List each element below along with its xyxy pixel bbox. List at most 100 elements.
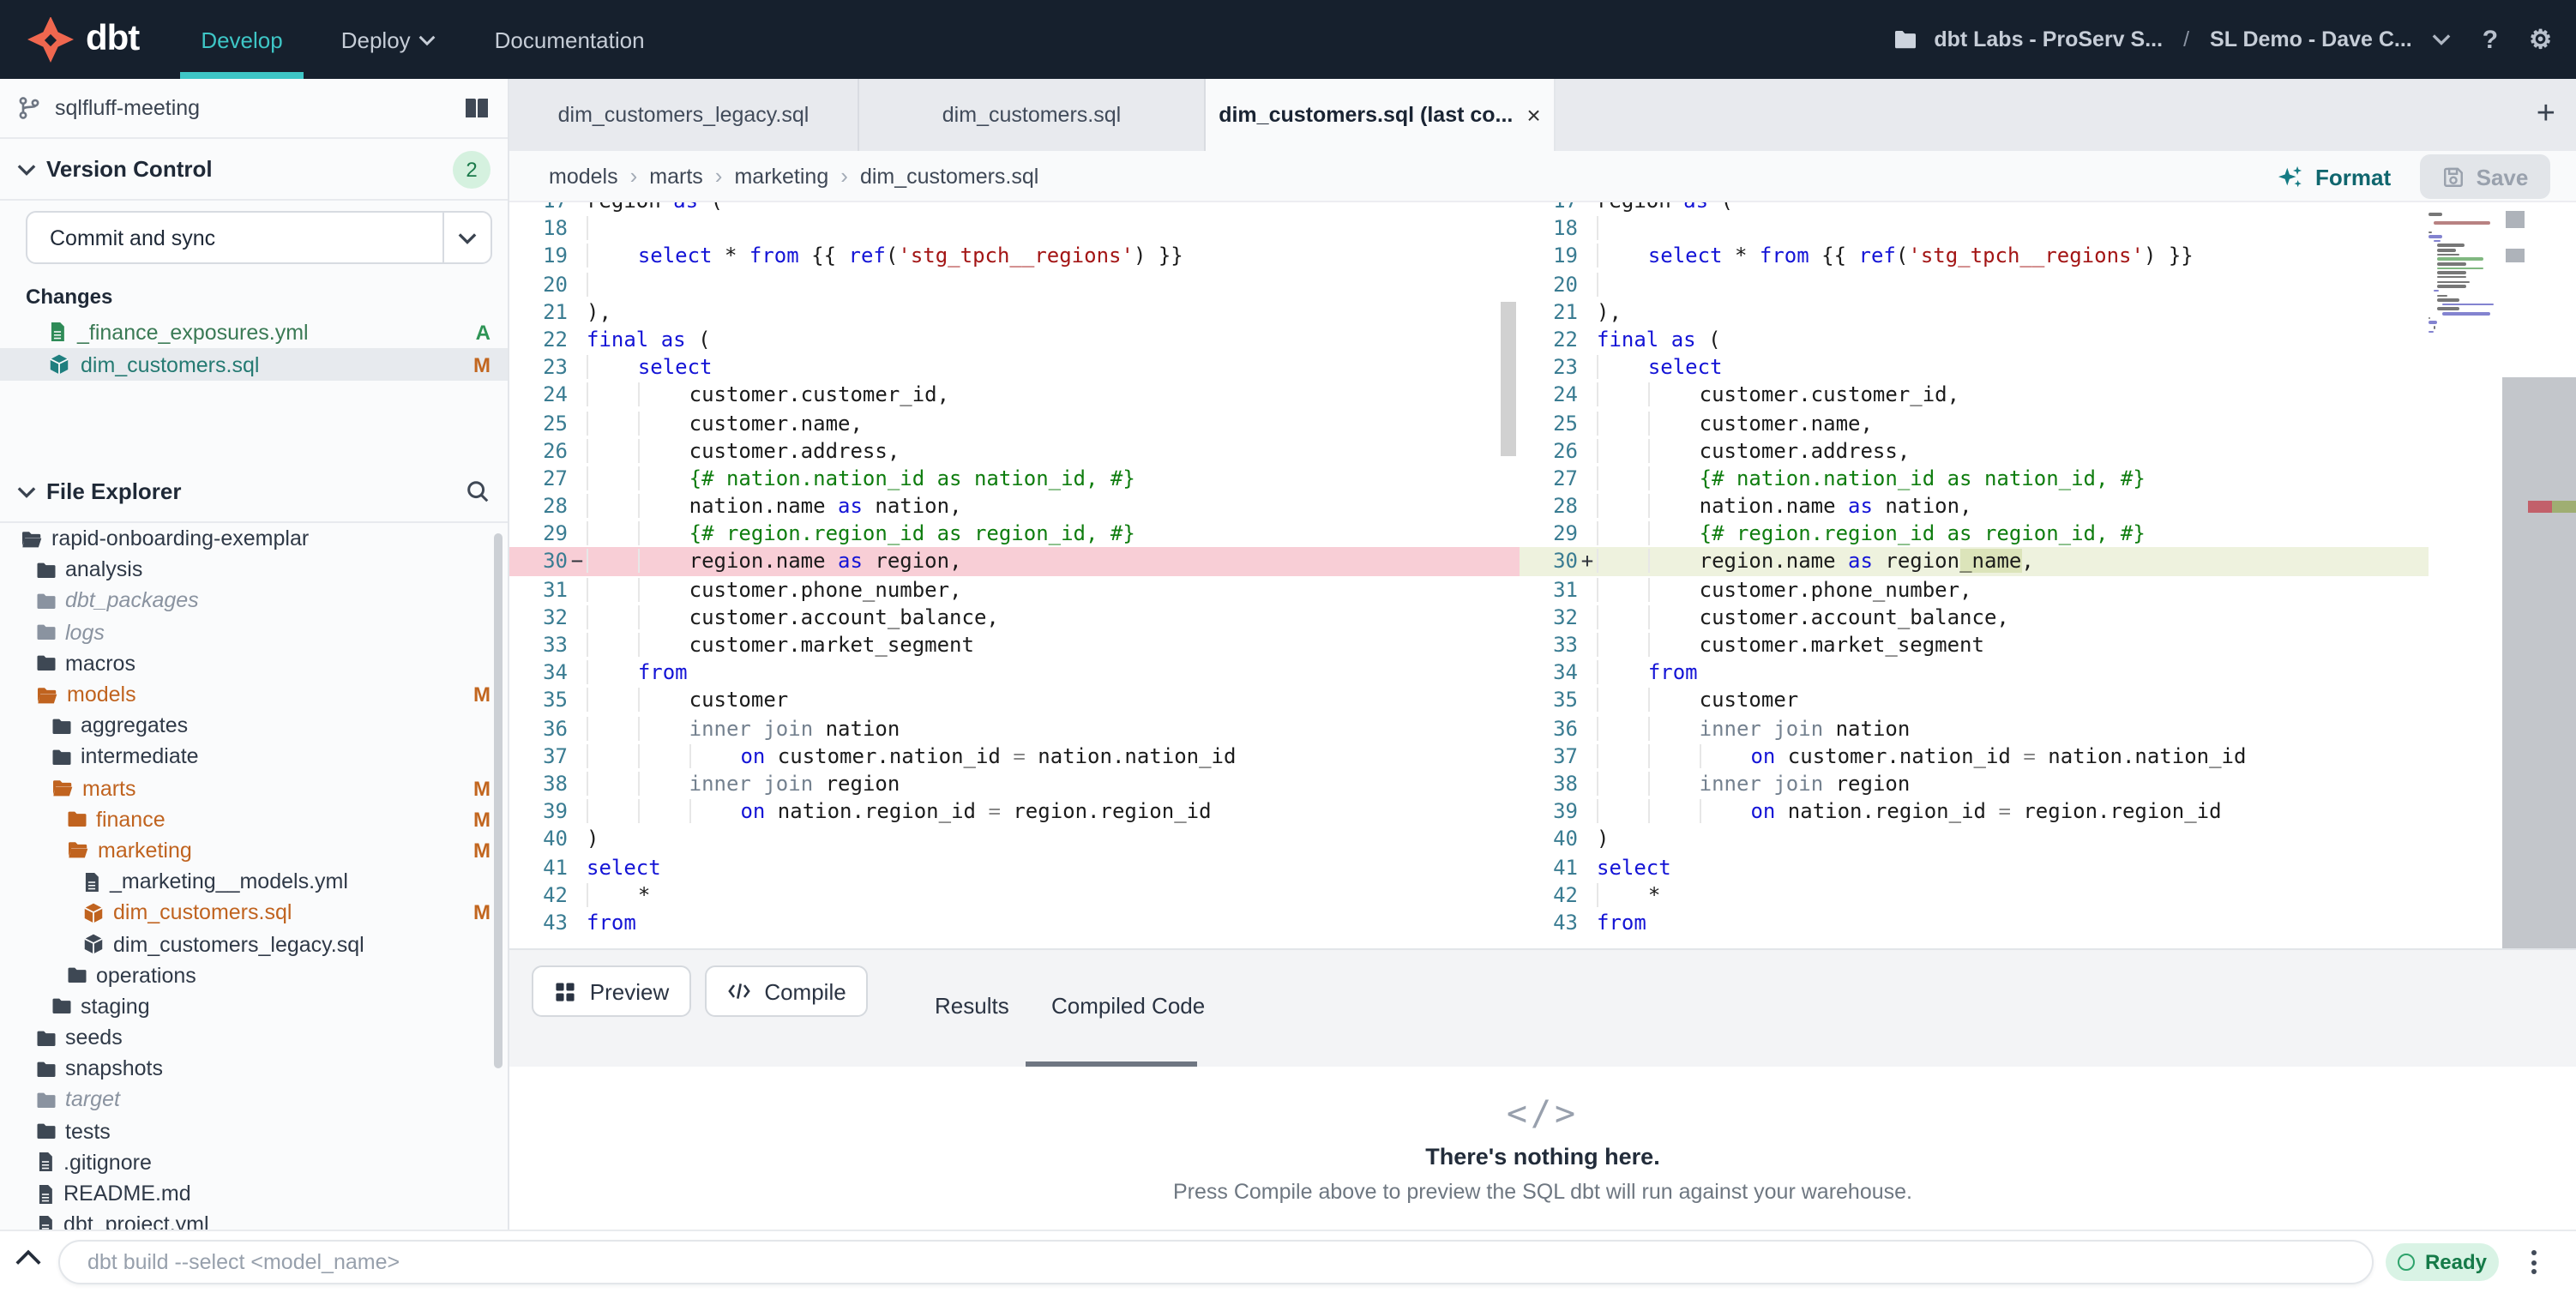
tree-item-label: README.md (63, 1182, 191, 1206)
tree-item-intermediate[interactable]: intermediate (0, 742, 508, 773)
account-name[interactable]: dbt Labs - ProServ S... (1934, 27, 2163, 51)
commit-options-chevron[interactable] (442, 213, 491, 262)
changes-count-badge: 2 (453, 150, 491, 188)
changed-file-name: dim_customers.sql (81, 352, 259, 376)
project-chevron-down-icon[interactable] (2433, 33, 2452, 46)
modified-code-line-36: 36 inner join nation (1520, 714, 2429, 742)
kebab-menu-icon[interactable] (2521, 1245, 2545, 1279)
project-name[interactable]: SL Demo - Dave C... (2210, 27, 2412, 51)
compile-button[interactable]: Compile (705, 965, 868, 1017)
editor-tab-dim_customers.sql[interactable]: dim_customers.sql (859, 79, 1206, 151)
tab-results[interactable]: Results (935, 950, 1009, 1061)
code-icon (726, 981, 750, 1001)
command-bar: dbt build --select <model_name> Ready (0, 1230, 2576, 1293)
breadcrumb-item: models (549, 164, 618, 188)
tree-item-rapid-onboarding-exemplar[interactable]: rapid-onboarding-exemplar (0, 523, 508, 554)
command-input[interactable]: dbt build --select <model_name> (58, 1240, 2374, 1284)
file-icon (36, 1152, 55, 1174)
docs-book-icon[interactable] (463, 96, 491, 120)
tree-item-marketing[interactable]: marketingM (0, 835, 508, 866)
tree-item-aggregates[interactable]: aggregates (0, 710, 508, 741)
tree-item-analysis[interactable]: analysis (0, 554, 508, 585)
tree-item-.gitignore[interactable]: .gitignore (0, 1147, 508, 1178)
dbt-logo-word: dbt (86, 19, 139, 60)
bottom-panel-header: Preview Compile Results Compiled Code (509, 948, 2576, 1067)
original-code-line-34: 34 from (509, 659, 1520, 686)
settings-gear-icon[interactable]: ⚙ (2529, 24, 2552, 55)
breadcrumb-item: dim_customers.sql (860, 164, 1038, 188)
preview-button[interactable]: Preview (532, 965, 691, 1017)
tree-item-label: finance (96, 808, 166, 832)
file-explorer-header[interactable]: File Explorer (0, 461, 508, 523)
nav-link-documentation[interactable]: Documentation (495, 0, 645, 79)
tree-item-label: marketing (98, 839, 192, 863)
editor-tab-dim_customers_legacy.sql[interactable]: dim_customers_legacy.sql (509, 79, 859, 151)
search-icon[interactable] (465, 478, 491, 504)
original-pane-scrollbar[interactable] (1501, 302, 1516, 456)
folder-icon (67, 965, 87, 984)
help-icon[interactable]: ? (2483, 25, 2498, 54)
modified-code-line-21: 21), (1520, 298, 2429, 326)
tree-item-macros[interactable]: macros (0, 648, 508, 679)
tree-item-target[interactable]: target (0, 1085, 508, 1116)
tree-item-label: dbt_project.yml (63, 1212, 209, 1230)
tree-item-_marketing__models.yml[interactable]: _marketing__models.yml (0, 866, 508, 897)
minimap[interactable] (2429, 209, 2502, 335)
modified-code-line-27: 27 {# nation.nation_id as nation_id, #} (1520, 465, 2429, 492)
version-control-header[interactable]: Version Control 2 (0, 139, 508, 201)
original-code-line-32: 32 customer.account_balance, (509, 604, 1520, 631)
format-button[interactable]: Format (2278, 151, 2391, 202)
nav-account-area: dbt Labs - ProServ S... / SL Demo - Dave… (1893, 24, 2552, 55)
original-code-line-22: 22final as ( (509, 326, 1520, 353)
commit-and-sync-button[interactable]: Commit and sync (26, 211, 492, 264)
tree-item-seeds[interactable]: seeds (0, 1022, 508, 1053)
original-code-line-38: 38 inner join region (509, 770, 1520, 797)
nav-link-develop[interactable]: Develop (201, 0, 282, 79)
diff-pane-original[interactable]: 17region as (18 19 select * from {{ ref(… (509, 202, 1520, 936)
nav-link-deploy[interactable]: Deploy (341, 0, 436, 79)
tree-item-README.md[interactable]: README.md (0, 1178, 508, 1209)
folder-icon (36, 1091, 57, 1110)
changes-label: Changes (26, 285, 508, 309)
diff-editor: 17region as (18 19 select * from {{ ref(… (509, 202, 2576, 948)
tree-item-dim_customers_legacy.sql[interactable]: dim_customers_legacy.sql (0, 929, 508, 959)
tree-item-tests[interactable]: tests (0, 1116, 508, 1146)
tree-item-dim_customers.sql[interactable]: dim_customers.sqlM (0, 898, 508, 929)
diff-overview-ruler[interactable] (2528, 202, 2576, 948)
tree-item-dbt_project.yml[interactable]: dbt_project.yml (0, 1209, 508, 1230)
modified-code-line-35: 35 customer (1520, 687, 2429, 714)
original-code-line-40: 40) (509, 826, 1520, 853)
save-button[interactable]: Save (2420, 154, 2550, 199)
tree-item-snapshots[interactable]: snapshots (0, 1053, 508, 1084)
tree-item-marts[interactable]: martsM (0, 773, 508, 803)
tree-item-staging[interactable]: staging (0, 991, 508, 1022)
diff-pane-modified[interactable]: 17region as (18 19 select * from {{ ref(… (1520, 202, 2429, 936)
tree-item-label: logs (65, 620, 105, 644)
tree-item-models[interactable]: modelsM (0, 679, 508, 710)
file-icon (36, 1182, 55, 1205)
original-code-line-43: 43from (509, 909, 1520, 936)
breadcrumb-separator: › (630, 163, 638, 189)
dbt-logo[interactable]: dbt (27, 16, 139, 63)
tree-item-logs[interactable]: logs (0, 616, 508, 647)
original-code-line-24: 24 customer.customer_id, (509, 382, 1520, 409)
tree-item-operations[interactable]: operations (0, 959, 508, 990)
tree-item-finance[interactable]: financeM (0, 803, 508, 834)
close-icon[interactable]: × (1526, 101, 1540, 129)
tab-compiled-code[interactable]: Compiled Code (1051, 950, 1205, 1061)
tab-label: dim_customers_legacy.sql (558, 103, 810, 127)
file-tree-scrollbar[interactable] (494, 533, 503, 1068)
changed-file-dim_customers.sql[interactable]: dim_customers.sqlM (0, 348, 508, 381)
modified-code-line-23: 23 select (1520, 353, 2429, 381)
tree-item-dbt_packages[interactable]: dbt_packages (0, 586, 508, 616)
modified-pane-scrollbar[interactable] (2502, 202, 2528, 948)
original-code-line-30: 30− region.name as region, (509, 548, 1520, 575)
modified-code-line-38: 38 inner join region (1520, 770, 2429, 797)
new-tab-button[interactable]: + (2516, 96, 2576, 134)
changed-file-_finance_exposures.yml[interactable]: _finance_exposures.ymlA (0, 316, 508, 348)
tree-item-label: staging (81, 995, 150, 1019)
empty-state-title: There's nothing here. (1425, 1144, 1659, 1170)
modified-code-line-30: 30+ region.name as region_name, (1520, 548, 2429, 575)
editor-tab-dim_customers.sql (last co...[interactable]: dim_customers.sql (last co...× (1206, 79, 1556, 151)
expand-chevron-up-icon[interactable] (14, 1247, 43, 1267)
